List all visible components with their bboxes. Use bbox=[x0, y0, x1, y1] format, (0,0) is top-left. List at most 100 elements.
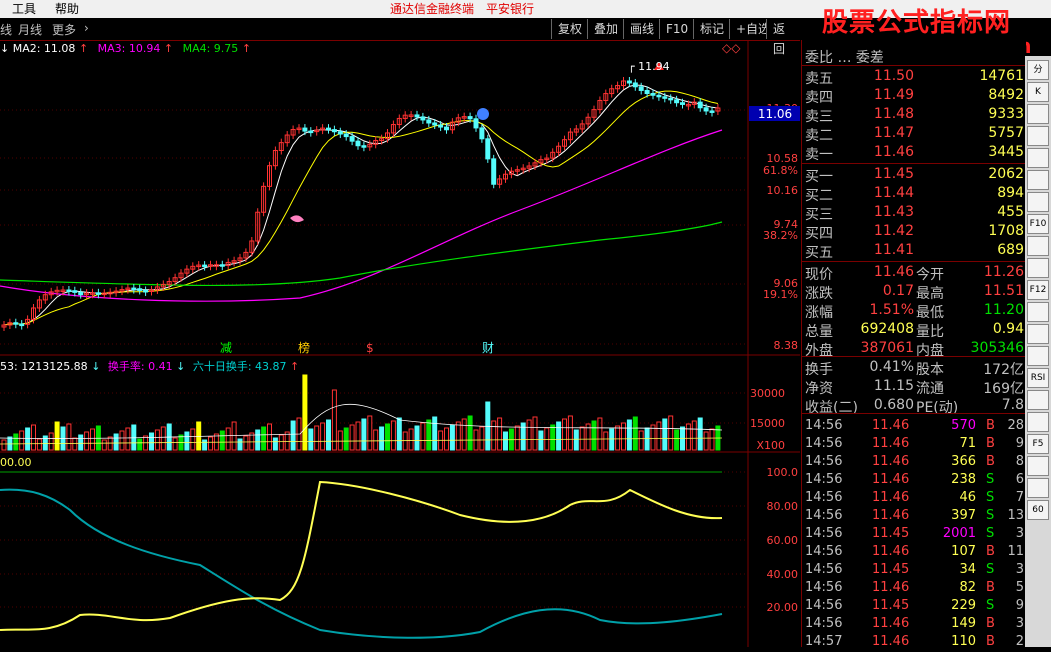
side-tool-icon[interactable]: F5 bbox=[1027, 434, 1049, 454]
bid-row[interactable]: 买三 11.43 455 bbox=[802, 204, 1026, 223]
tick-row[interactable]: 14:56 11.46 238 S 6 bbox=[802, 472, 1026, 490]
volume-bar bbox=[267, 423, 272, 451]
volume-bar bbox=[444, 427, 449, 451]
tick-row[interactable]: 14:56 11.46 46 S 7 bbox=[802, 490, 1026, 508]
bid-row[interactable]: 买四 11.42 1708 bbox=[802, 223, 1026, 242]
side-tool-icon[interactable] bbox=[1027, 104, 1049, 124]
tick-row[interactable]: 14:56 11.46 107 B 11 bbox=[802, 544, 1026, 562]
tick-time: 14:56 bbox=[805, 616, 843, 631]
draw-line-button[interactable]: 画线 bbox=[623, 19, 661, 39]
tab-line[interactable]: 线 bbox=[0, 21, 12, 38]
oscillator-legend: 00.00 bbox=[0, 456, 32, 469]
volume-bar bbox=[237, 438, 243, 451]
tick-row[interactable]: 14:57 11.46 110 B 2 bbox=[802, 634, 1026, 652]
tick-count: 13 bbox=[1007, 508, 1024, 523]
stat-row[interactable]: 净资 11.15 流通 169亿 bbox=[802, 378, 1026, 397]
f10-button[interactable]: F10 bbox=[659, 19, 695, 39]
bid-volume: 1708 bbox=[988, 223, 1024, 239]
side-tool-icon[interactable] bbox=[1027, 236, 1049, 256]
tab-month[interactable]: 月线 bbox=[18, 21, 42, 38]
tick-row[interactable]: 14:56 11.45 34 S 3 bbox=[802, 562, 1026, 580]
menu-help[interactable]: 帮助 bbox=[55, 0, 79, 18]
tick-volume: 238 bbox=[951, 472, 976, 487]
bid-volume: 455 bbox=[997, 204, 1024, 220]
tick-row[interactable]: 14:56 11.46 82 B 5 bbox=[802, 580, 1026, 598]
volume-bar bbox=[137, 438, 143, 451]
side-tool-icon[interactable] bbox=[1027, 192, 1049, 212]
osc-axis-label: 100.0 bbox=[767, 466, 799, 479]
side-tool-icon[interactable]: K bbox=[1027, 82, 1049, 102]
stat-row[interactable]: 涨幅 1.51% 最低 11.20 bbox=[802, 302, 1026, 321]
side-tool-icon[interactable] bbox=[1027, 390, 1049, 410]
stat-row[interactable]: 总量 692408 量比 0.94 bbox=[802, 321, 1026, 340]
menu-tools[interactable]: 工具 bbox=[12, 0, 36, 18]
side-tool-icon[interactable]: 分 bbox=[1027, 60, 1049, 80]
side-tool-icon[interactable] bbox=[1027, 148, 1049, 168]
tick-row[interactable]: 14:56 11.46 397 S 13 bbox=[802, 508, 1026, 526]
side-tool-icon[interactable] bbox=[1027, 346, 1049, 366]
mark-button[interactable]: 标记 bbox=[693, 19, 731, 39]
overlay-button[interactable]: 叠加 bbox=[587, 19, 625, 39]
tick-row[interactable]: 14:56 11.46 570 B 28 bbox=[802, 418, 1026, 436]
side-tool-icon[interactable] bbox=[1027, 302, 1049, 322]
volume-bar bbox=[638, 430, 644, 451]
price-axis-label: 10.16 bbox=[767, 184, 799, 197]
side-tool-icon[interactable] bbox=[1027, 170, 1049, 190]
stat-row[interactable]: 涨跌 0.17 最高 11.51 bbox=[802, 283, 1026, 302]
tick-row[interactable]: 14:56 11.46 366 B 8 bbox=[802, 454, 1026, 472]
side-tool-icon[interactable]: F12 bbox=[1027, 280, 1049, 300]
volume-bar bbox=[48, 432, 54, 451]
chevron-right-icon[interactable]: › bbox=[84, 21, 89, 35]
tab-more[interactable]: 更多 bbox=[52, 21, 76, 38]
side-tool-icon[interactable] bbox=[1027, 456, 1049, 476]
volume-bar bbox=[461, 418, 467, 451]
ask-volume: 9333 bbox=[988, 106, 1024, 122]
turnover-legend: 换手率: 0.41 bbox=[107, 360, 173, 373]
ask-row[interactable]: 卖四 11.49 8492 bbox=[802, 87, 1026, 106]
stat-row[interactable]: 现价 11.46 今开 11.26 bbox=[802, 264, 1026, 283]
tick-time: 14:56 bbox=[805, 436, 843, 451]
kline-chart-area[interactable]: 11.3011.0610.5861.8%10.169.7438.2%9.0619… bbox=[0, 40, 800, 647]
tick-side: B bbox=[986, 580, 995, 595]
tick-side: S bbox=[986, 562, 995, 577]
ask-row[interactable]: 卖三 11.48 9333 bbox=[802, 106, 1026, 125]
side-tool-icon[interactable] bbox=[1027, 126, 1049, 146]
candle-body bbox=[361, 145, 367, 148]
stat-row[interactable]: 换手 0.41% 股本 172亿 bbox=[802, 359, 1026, 378]
side-tool-icon[interactable] bbox=[1027, 324, 1049, 344]
tick-row[interactable]: 14:56 11.46 149 B 3 bbox=[802, 616, 1026, 634]
ask-row[interactable]: 卖二 11.47 5757 bbox=[802, 125, 1026, 144]
diamond-icon: ◇◇ bbox=[722, 41, 741, 55]
ask-row[interactable]: 卖五 11.50 14761 bbox=[802, 68, 1026, 87]
volume-bar bbox=[691, 420, 697, 451]
tick-time: 14:56 bbox=[805, 490, 843, 505]
side-tool-icon[interactable]: RSI bbox=[1027, 368, 1049, 388]
bid-label: 买四 bbox=[805, 226, 833, 242]
volume-bar bbox=[591, 420, 597, 451]
volume-bar bbox=[656, 421, 662, 451]
side-tool-icon[interactable] bbox=[1027, 258, 1049, 278]
ask-row[interactable]: 卖一 11.46 3445 bbox=[802, 144, 1026, 163]
volume-bar bbox=[302, 374, 308, 451]
side-tool-icon[interactable]: 60 bbox=[1027, 500, 1049, 520]
tick-volume: 46 bbox=[959, 490, 976, 505]
side-tool-icon[interactable] bbox=[1027, 478, 1049, 498]
volume-bar bbox=[284, 431, 290, 451]
bid-row[interactable]: 买一 11.45 2062 bbox=[802, 166, 1026, 185]
candle-body bbox=[131, 287, 137, 291]
restore-rights-button[interactable]: 复权 bbox=[551, 19, 589, 39]
tick-count: 6 bbox=[1015, 472, 1024, 487]
tick-row[interactable]: 14:56 11.45 2001 S 3 bbox=[802, 526, 1026, 544]
tick-row[interactable]: 14:56 11.45 229 S 9 bbox=[802, 598, 1026, 616]
volume-bar bbox=[25, 427, 31, 451]
back-button[interactable]: 返回 bbox=[766, 19, 800, 56]
volume-bar bbox=[562, 418, 567, 451]
tick-row[interactable]: 14:56 11.46 71 B 9 bbox=[802, 436, 1026, 454]
tick-count: 7 bbox=[1015, 490, 1024, 505]
volume-bar bbox=[621, 422, 626, 451]
side-tool-icon[interactable]: F10 bbox=[1027, 214, 1049, 234]
bid-row[interactable]: 买二 11.44 894 bbox=[802, 185, 1026, 204]
bid-row[interactable]: 买五 11.41 689 bbox=[802, 242, 1026, 261]
side-tool-icon[interactable] bbox=[1027, 412, 1049, 432]
bid-label: 买五 bbox=[805, 245, 833, 261]
